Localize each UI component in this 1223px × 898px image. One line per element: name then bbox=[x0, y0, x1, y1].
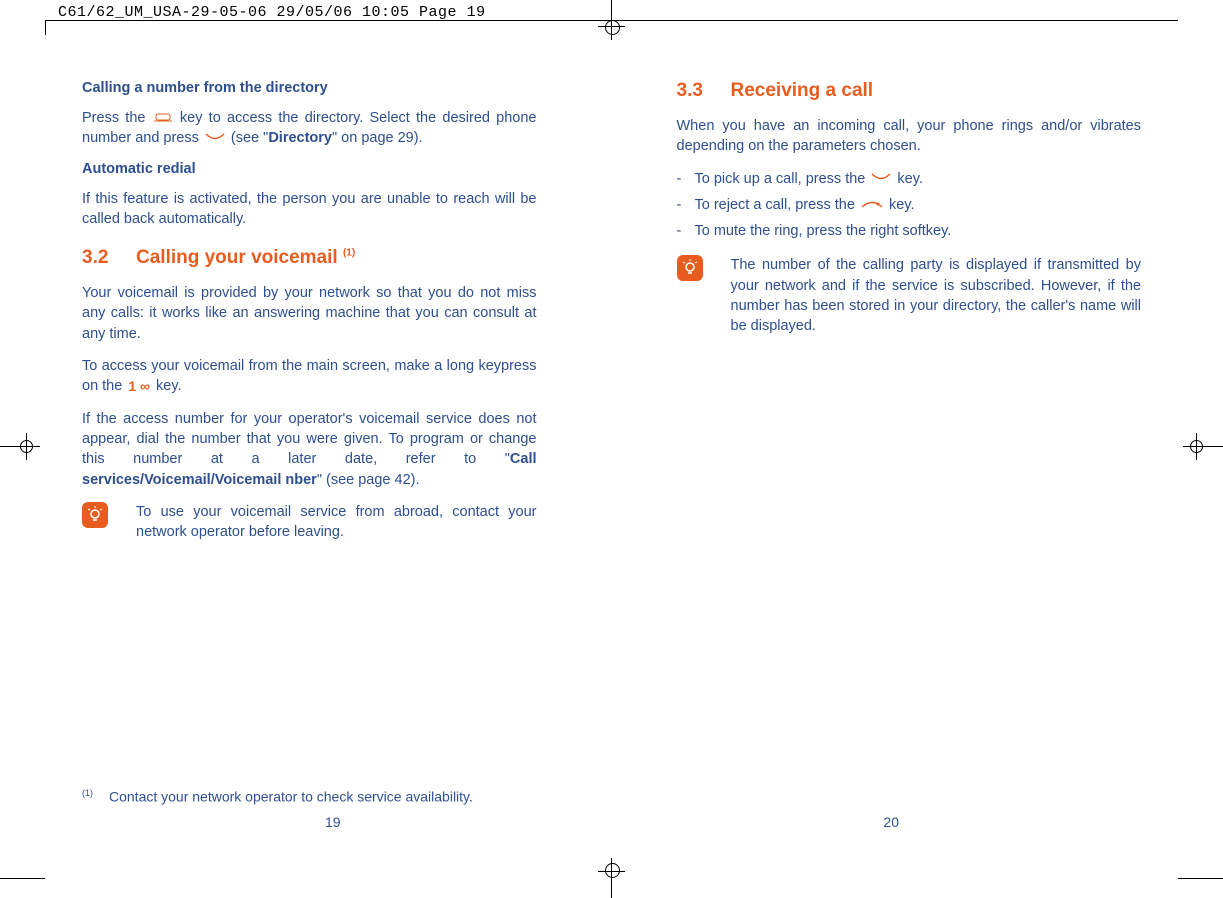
crop-header: C61/62_UM_USA-29-05-06 29/05/06 10:05 Pa… bbox=[58, 4, 486, 21]
crop-notch bbox=[45, 20, 46, 35]
end-key-icon bbox=[859, 195, 885, 215]
crop-mark-bottom-right bbox=[1178, 878, 1223, 879]
paragraph: If this feature is activated, the person… bbox=[82, 189, 537, 230]
paragraph: Press the key to access the directory. S… bbox=[82, 108, 537, 149]
paragraph: If the access number for your operator's… bbox=[82, 409, 537, 490]
right-page: 3.3Receiving a call When you have an inc… bbox=[612, 80, 1223, 542]
page-number-left: 19 bbox=[325, 814, 341, 830]
heading-directory: Calling a number from the directory bbox=[82, 80, 537, 96]
directory-key-icon bbox=[152, 108, 174, 128]
list-item: - To pick up a call, press the key. bbox=[677, 169, 1142, 189]
paragraph: Your voicemail is provided by your netwo… bbox=[82, 283, 537, 344]
list-item: - To reject a call, press the key. bbox=[677, 195, 1142, 215]
note-text: To use your voicemail service from abroa… bbox=[136, 502, 537, 543]
tip-note: The number of the calling party is displ… bbox=[677, 255, 1142, 336]
call-key-icon bbox=[203, 129, 227, 149]
crop-mark-bottom-left bbox=[0, 878, 45, 879]
registration-mark-top bbox=[597, 0, 627, 35]
note-text: The number of the calling party is displ… bbox=[731, 255, 1142, 336]
tip-note: To use your voicemail service from abroa… bbox=[82, 502, 537, 543]
left-page: Calling a number from the directory Pres… bbox=[0, 80, 612, 542]
lightbulb-icon bbox=[677, 255, 703, 281]
heading-redial: Automatic redial bbox=[82, 161, 537, 177]
lightbulb-icon bbox=[82, 502, 108, 528]
footnote: (1)Contact your network operator to chec… bbox=[82, 788, 582, 805]
paragraph: To access your voicemail from the main s… bbox=[82, 356, 537, 397]
section-3-2: 3.2Calling your voicemail (1) bbox=[82, 247, 537, 269]
page-number-right: 20 bbox=[883, 814, 899, 830]
bullet-list: - To pick up a call, press the key. - To… bbox=[677, 169, 1142, 242]
paragraph: When you have an incoming call, your pho… bbox=[677, 116, 1142, 157]
list-item: - To mute the ring, press the right soft… bbox=[677, 221, 1142, 241]
section-3-3: 3.3Receiving a call bbox=[677, 80, 1142, 102]
call-key-icon bbox=[869, 169, 893, 189]
registration-mark-bottom bbox=[597, 863, 627, 898]
key-1-icon: 1 ∞ bbox=[126, 377, 152, 397]
